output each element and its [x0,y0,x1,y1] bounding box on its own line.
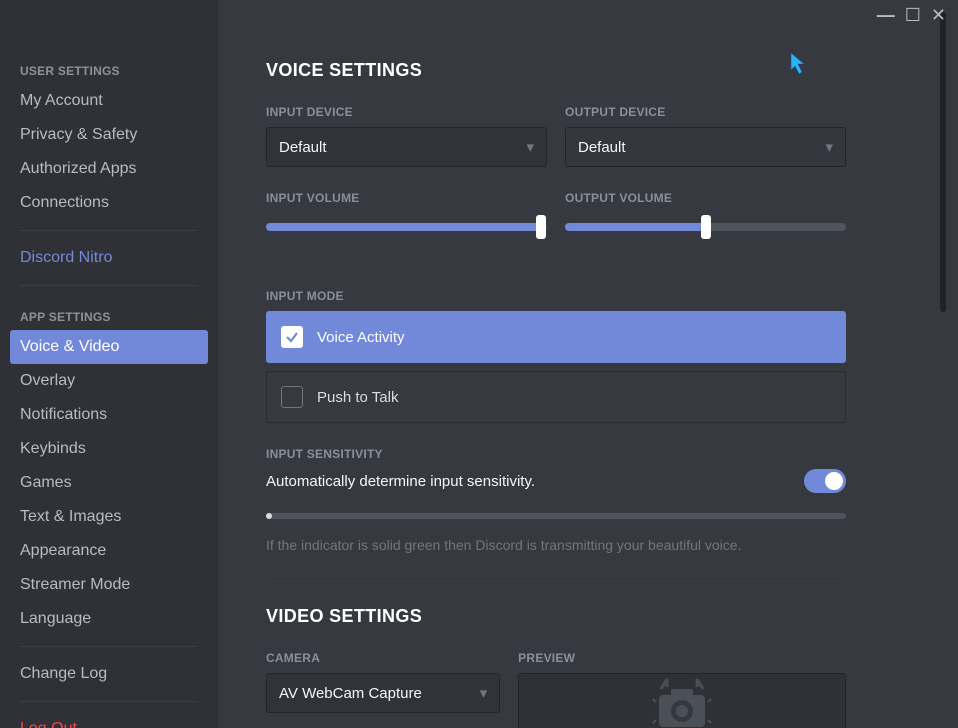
sidebar-item-change-log[interactable]: Change Log [10,657,208,691]
chevron-down-icon: ▾ [825,138,833,156]
input-volume-slider[interactable] [266,215,547,239]
camera-value: AV WebCam Capture [279,685,422,702]
sidebar-separator [20,230,198,231]
sidebar-heading-user: USER SETTINGS [10,50,208,84]
sidebar-item-overlay[interactable]: Overlay [10,364,208,398]
input-mode-voice-activity[interactable]: Voice Activity [266,311,846,363]
sidebar-item-log-out[interactable]: Log Out [10,712,208,728]
auto-sensitivity-toggle[interactable] [804,469,846,493]
section-divider [266,581,846,582]
camera-icon [647,679,717,728]
sidebar-item-discord-nitro[interactable]: Discord Nitro [10,241,208,275]
input-mode-push-to-talk[interactable]: Push to Talk [266,371,846,423]
checkbox-unchecked-icon [281,386,303,408]
checkbox-checked-icon [281,326,303,348]
sidebar-separator [20,701,198,702]
input-mode-label-ptt: Push to Talk [317,389,398,406]
toggle-knob [825,472,843,490]
chevron-down-icon: ▾ [526,138,534,156]
sidebar-item-keybinds[interactable]: Keybinds [10,432,208,466]
sidebar-item-text-images[interactable]: Text & Images [10,500,208,534]
settings-content: VOICE SETTINGS INPUT DEVICE Default ▾ OU… [218,0,948,728]
sidebar-separator [20,646,198,647]
sidebar-item-games[interactable]: Games [10,466,208,500]
input-device-select[interactable]: Default ▾ [266,127,547,167]
input-mode-label: INPUT MODE [266,289,908,303]
camera-preview [518,673,846,728]
output-device-label: OUTPUT DEVICE [565,105,846,119]
sidebar-item-my-account[interactable]: My Account [10,84,208,118]
sidebar-item-connections[interactable]: Connections [10,186,208,220]
voice-settings-title: VOICE SETTINGS [266,60,908,81]
sidebar-item-streamer-mode[interactable]: Streamer Mode [10,568,208,602]
sidebar-heading-app: APP SETTINGS [10,296,208,330]
sidebar-item-notifications[interactable]: Notifications [10,398,208,432]
slider-fill [266,223,541,231]
input-device-value: Default [279,139,327,156]
preview-label: PREVIEW [518,651,846,665]
input-mode-label-va: Voice Activity [317,329,405,346]
slider-thumb[interactable] [701,215,711,239]
scrollbar[interactable] [940,12,946,312]
sidebar-item-authorized-apps[interactable]: Authorized Apps [10,152,208,186]
video-settings-title: VIDEO SETTINGS [266,606,908,627]
output-volume-label: OUTPUT VOLUME [565,191,846,205]
slider-thumb[interactable] [536,215,546,239]
output-volume-slider[interactable] [565,215,846,239]
chevron-down-icon: ▾ [480,684,488,702]
output-device-value: Default [578,139,626,156]
window-maximize-icon[interactable]: ☐ [905,6,921,24]
slider-fill [565,223,706,231]
sidebar-separator [20,285,198,286]
sidebar-item-language[interactable]: Language [10,602,208,636]
input-device-label: INPUT DEVICE [266,105,547,119]
sensitivity-hint: If the indicator is solid green then Dis… [266,537,846,553]
input-volume-label: INPUT VOLUME [266,191,547,205]
window-minimize-icon[interactable]: — [877,6,895,24]
sidebar-item-appearance[interactable]: Appearance [10,534,208,568]
sidebar-item-privacy-safety[interactable]: Privacy & Safety [10,118,208,152]
settings-sidebar: USER SETTINGS My Account Privacy & Safet… [0,0,218,728]
input-sensitivity-label: INPUT SENSITIVITY [266,447,908,461]
output-device-select[interactable]: Default ▾ [565,127,846,167]
window-close-icon[interactable]: ✕ [931,6,946,24]
camera-label: CAMERA [266,651,500,665]
sidebar-item-voice-video[interactable]: Voice & Video [10,330,208,364]
sensitivity-indicator [266,513,846,519]
camera-select[interactable]: AV WebCam Capture ▾ [266,673,500,713]
auto-sensitivity-text: Automatically determine input sensitivit… [266,473,535,490]
